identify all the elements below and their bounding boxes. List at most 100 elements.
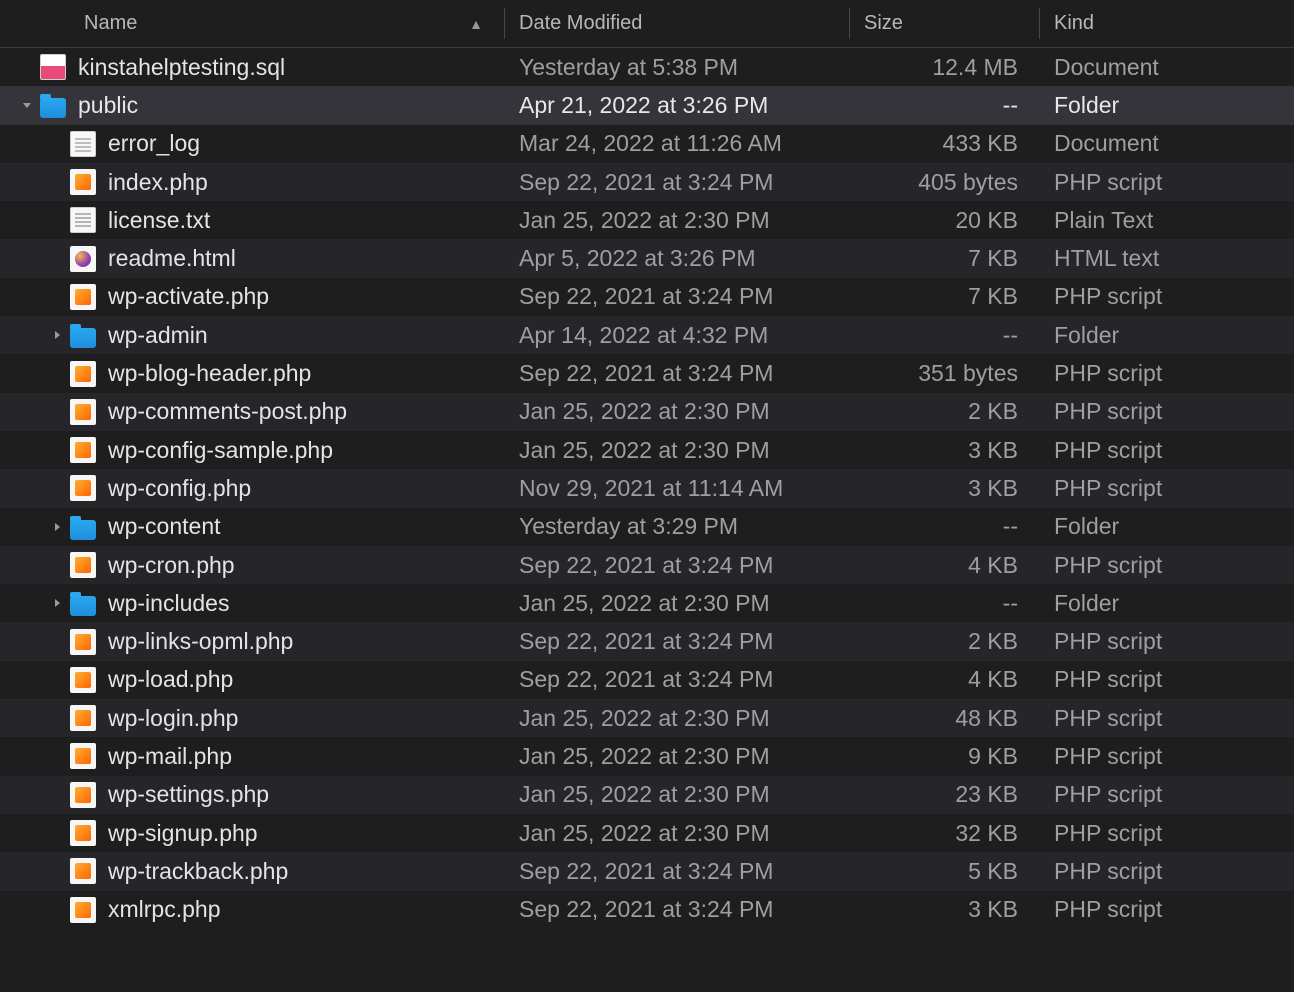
file-size: 48 KB [850, 705, 1040, 732]
file-row[interactable]: wp-config.phpNov 29, 2021 at 11:14 AM3 K… [0, 469, 1294, 507]
folder-icon [70, 520, 96, 540]
file-name-cell: wp-signup.php [0, 820, 505, 847]
file-size: -- [850, 513, 1040, 540]
file-name-cell: wp-cron.php [0, 552, 505, 579]
file-row[interactable]: wp-includesJan 25, 2022 at 2:30 PM--Fold… [0, 584, 1294, 622]
file-row[interactable]: wp-adminApr 14, 2022 at 4:32 PM--Folder [0, 316, 1294, 354]
file-name-cell: wp-content [0, 513, 505, 540]
file-row[interactable]: error_logMar 24, 2022 at 11:26 AM433 KBD… [0, 125, 1294, 163]
file-size: -- [850, 92, 1040, 119]
file-row[interactable]: xmlrpc.phpSep 22, 2021 at 3:24 PM3 KBPHP… [0, 891, 1294, 929]
file-date: Apr 5, 2022 at 3:26 PM [505, 245, 850, 272]
column-header-name[interactable]: Name ▲ [0, 0, 505, 47]
file-name: error_log [108, 130, 200, 157]
file-size: -- [850, 322, 1040, 349]
file-row[interactable]: wp-cron.phpSep 22, 2021 at 3:24 PM4 KBPH… [0, 546, 1294, 584]
file-name: wp-content [108, 513, 221, 540]
file-row[interactable]: publicApr 21, 2022 at 3:26 PM--Folder [0, 86, 1294, 124]
php-file-icon [70, 820, 96, 846]
php-file-icon [70, 743, 96, 769]
disclosure-closed-icon[interactable] [48, 326, 66, 344]
file-name-cell: wp-login.php [0, 705, 505, 732]
column-header-size[interactable]: Size [850, 0, 1040, 47]
file-kind: PHP script [1040, 398, 1294, 425]
disclosure-open-icon[interactable] [18, 96, 36, 114]
file-name-cell: wp-blog-header.php [0, 360, 505, 387]
file-date: Sep 22, 2021 at 3:24 PM [505, 360, 850, 387]
file-row[interactable]: wp-content Yesterday at 3:29 PM--Folder [0, 508, 1294, 546]
folder-icon [40, 98, 66, 118]
file-row[interactable]: license.txtJan 25, 2022 at 2:30 PM20 KBP… [0, 201, 1294, 239]
file-kind: PHP script [1040, 781, 1294, 808]
text-file-icon [70, 207, 96, 233]
file-name-cell: wp-config-sample.php [0, 437, 505, 464]
file-row[interactable]: readme.htmlApr 5, 2022 at 3:26 PM7 KBHTM… [0, 239, 1294, 277]
file-name-cell: readme.html [0, 245, 505, 272]
file-row[interactable]: wp-settings.phpJan 25, 2022 at 2:30 PM23… [0, 776, 1294, 814]
file-row[interactable]: wp-comments-post.phpJan 25, 2022 at 2:30… [0, 393, 1294, 431]
file-row[interactable]: wp-mail.phpJan 25, 2022 at 2:30 PM9 KBPH… [0, 737, 1294, 775]
file-size: 20 KB [850, 207, 1040, 234]
disclosure-closed-icon[interactable] [48, 518, 66, 536]
file-size: 3 KB [850, 437, 1040, 464]
file-name-cell: wp-settings.php [0, 781, 505, 808]
file-kind: PHP script [1040, 743, 1294, 770]
file-date: Yesterday at 3:29 PM [505, 513, 850, 540]
file-row[interactable]: kinstahelptesting.sqlYesterday at 5:38 P… [0, 48, 1294, 86]
folder-icon [70, 596, 96, 616]
disclosure-closed-icon[interactable] [48, 594, 66, 612]
file-kind: PHP script [1040, 552, 1294, 579]
file-size: 7 KB [850, 283, 1040, 310]
file-name: wp-config-sample.php [108, 437, 333, 464]
file-name: wp-config.php [108, 475, 251, 502]
column-header-date[interactable]: Date Modified [505, 0, 850, 47]
file-row[interactable]: wp-activate.phpSep 22, 2021 at 3:24 PM7 … [0, 278, 1294, 316]
php-file-icon [70, 361, 96, 387]
file-date: Nov 29, 2021 at 11:14 AM [505, 475, 850, 502]
file-kind: Folder [1040, 513, 1294, 540]
column-header-label: Kind [1054, 12, 1094, 35]
file-name: readme.html [108, 245, 236, 272]
file-row[interactable]: wp-login.php Jan 25, 2022 at 2:30 PM48 KB… [0, 699, 1294, 737]
file-date: Sep 22, 2021 at 3:24 PM [505, 628, 850, 655]
file-date: Sep 22, 2021 at 3:24 PM [505, 283, 850, 310]
file-kind: PHP script [1040, 169, 1294, 196]
file-date: Jan 25, 2022 at 2:30 PM [505, 743, 850, 770]
html-file-icon [70, 246, 96, 272]
file-row[interactable]: index.phpSep 22, 2021 at 3:24 PM405 byte… [0, 163, 1294, 201]
file-size: 4 KB [850, 552, 1040, 579]
file-row[interactable]: wp-signup.phpJan 25, 2022 at 2:30 PM32 K… [0, 814, 1294, 852]
file-kind: Document [1040, 130, 1294, 157]
file-size: 2 KB [850, 398, 1040, 425]
file-size: 405 bytes [850, 169, 1040, 196]
file-row[interactable]: wp-load.phpSep 22, 2021 at 3:24 PM4 KBPH… [0, 661, 1294, 699]
file-name: wp-blog-header.php [108, 360, 311, 387]
file-kind: PHP script [1040, 437, 1294, 464]
file-row[interactable]: wp-config-sample.php Jan 25, 2022 at 2:30… [0, 431, 1294, 469]
file-list: kinstahelptesting.sqlYesterday at 5:38 P… [0, 48, 1294, 929]
file-name: wp-login.php [108, 705, 238, 732]
file-name-cell: wp-admin [0, 322, 505, 349]
file-date: Jan 25, 2022 at 2:30 PM [505, 705, 850, 732]
file-date: Jan 25, 2022 at 2:30 PM [505, 437, 850, 464]
file-kind: Folder [1040, 590, 1294, 617]
file-size: 32 KB [850, 820, 1040, 847]
file-kind: PHP script [1040, 628, 1294, 655]
file-date: Jan 25, 2022 at 2:30 PM [505, 207, 850, 234]
file-name: wp-links-opml.php [108, 628, 293, 655]
file-size: 433 KB [850, 130, 1040, 157]
file-row[interactable]: wp-links-opml.php Sep 22, 2021 at 3:24 PM… [0, 622, 1294, 660]
file-name: wp-admin [108, 322, 208, 349]
file-size: 3 KB [850, 896, 1040, 923]
file-date: Sep 22, 2021 at 3:24 PM [505, 552, 850, 579]
file-name-cell: index.php [0, 169, 505, 196]
file-name-cell: license.txt [0, 207, 505, 234]
file-kind: PHP script [1040, 475, 1294, 502]
file-row[interactable]: wp-trackback.phpSep 22, 2021 at 3:24 PM5… [0, 852, 1294, 890]
file-row[interactable]: wp-blog-header.php Sep 22, 2021 at 3:24 P… [0, 354, 1294, 392]
file-kind: PHP script [1040, 283, 1294, 310]
php-file-icon [70, 437, 96, 463]
file-name-cell: wp-mail.php [0, 743, 505, 770]
file-kind: PHP script [1040, 896, 1294, 923]
column-header-kind[interactable]: Kind [1040, 0, 1294, 47]
